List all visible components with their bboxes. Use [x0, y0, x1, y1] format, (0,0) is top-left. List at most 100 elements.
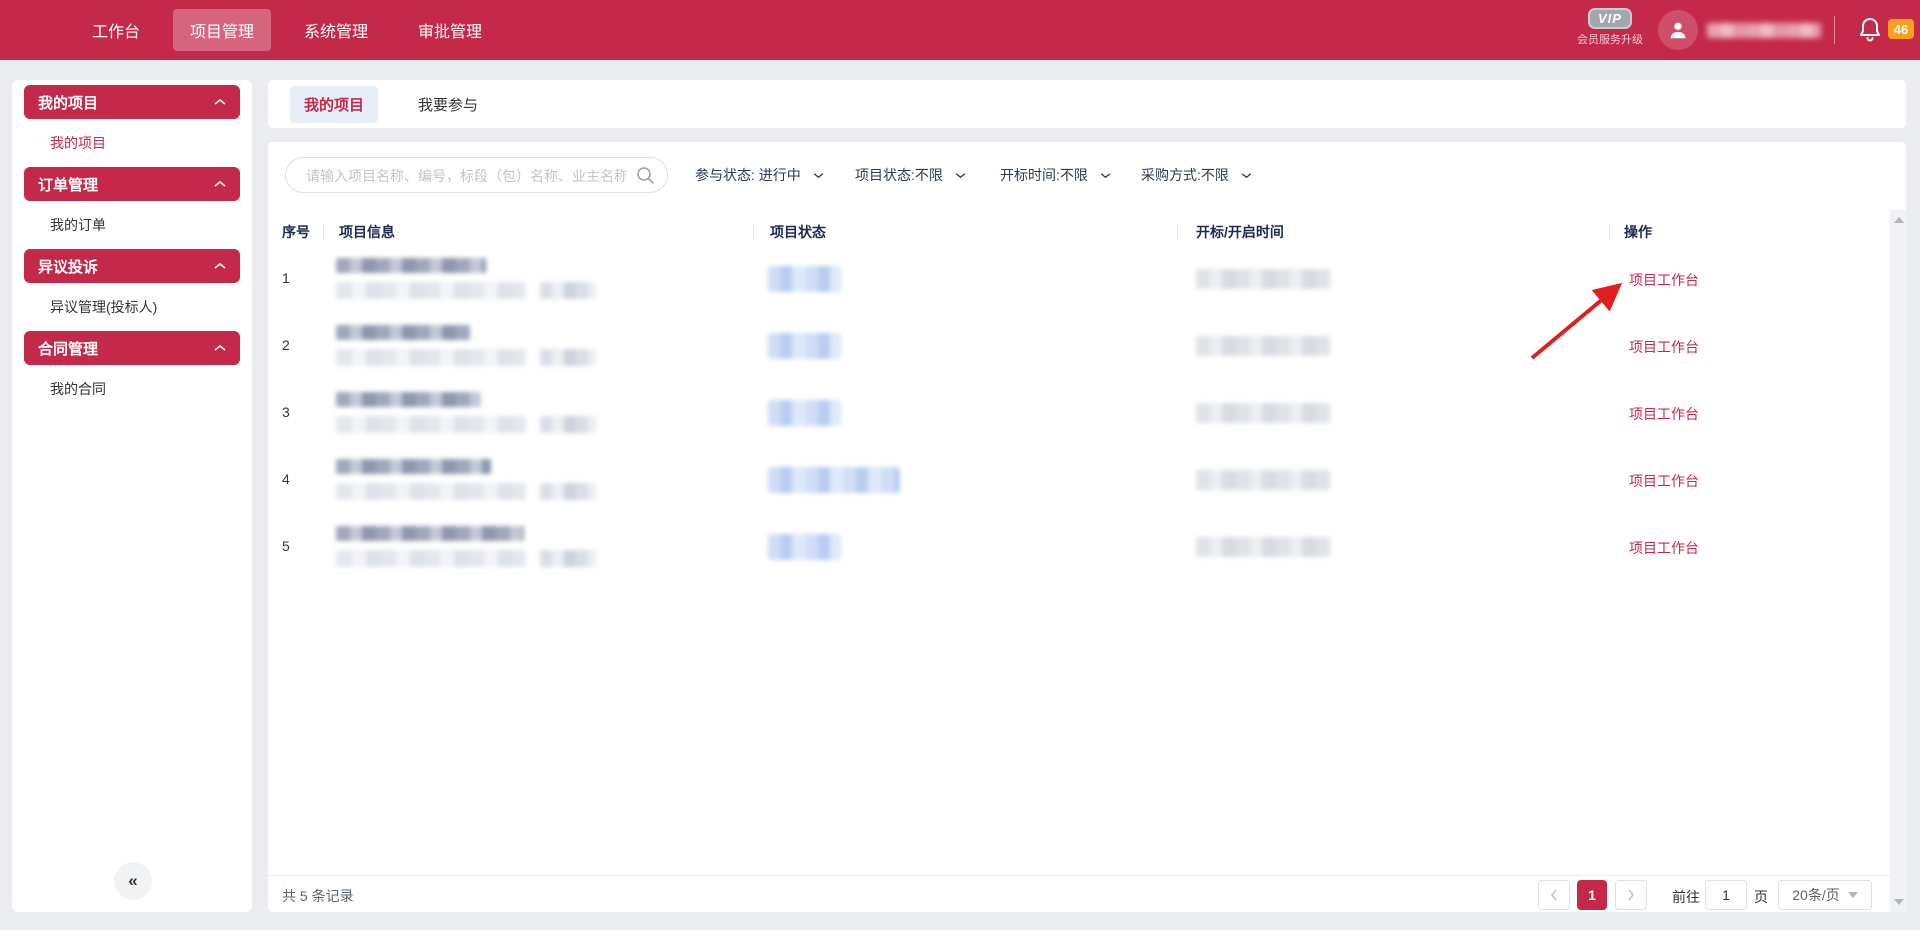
navbar-right: VIP 会员服务升级 46 [1550, 0, 1920, 60]
prev-page-button[interactable] [1538, 880, 1570, 910]
search-input[interactable] [304, 159, 628, 193]
nav-item-approval-management[interactable]: 审批管理 [401, 9, 499, 51]
chevron-down-icon [1241, 172, 1252, 179]
page-size-select[interactable]: 20条/页 [1778, 880, 1872, 910]
chevron-down-icon [813, 172, 824, 179]
project-workbench-link[interactable]: 项目工作台 [1629, 337, 1699, 357]
table-header: 序号 项目信息 项目状态 开标/开启时间 操作 [268, 218, 1890, 246]
table-footer: 共 5 条记录 1 前往 页 20条/页 [268, 875, 1890, 913]
filter-procurement-method[interactable]: 采购方式:不限 [1141, 165, 1252, 185]
notification-bell-icon[interactable] [1858, 17, 1882, 43]
search-icon[interactable] [636, 166, 654, 184]
sidebar-group-label: 订单管理 [38, 174, 98, 195]
table-row: 2 项目工作台 [268, 313, 1890, 380]
tab-want-to-participate[interactable]: 我要参与 [404, 86, 492, 123]
project-info-redacted [336, 258, 596, 299]
table-row: 4 项目工作台 [268, 447, 1890, 514]
goto-page-input[interactable] [1705, 880, 1747, 910]
filter-label: 开标时间:不限 [1000, 167, 1088, 183]
opening-time-redacted [1196, 403, 1330, 423]
status-badge-redacted [768, 266, 841, 292]
sidebar-item-my-contracts[interactable]: 我的合同 [12, 370, 252, 408]
row-index: 4 [282, 471, 322, 487]
project-workbench-link[interactable]: 项目工作台 [1629, 538, 1699, 558]
next-page-button[interactable] [1615, 880, 1647, 910]
notification-count-badge[interactable]: 46 [1888, 19, 1914, 39]
header-divider [323, 224, 324, 240]
filter-bid-opening-time[interactable]: 开标时间:不限 [1000, 165, 1111, 185]
sidebar-item-my-orders[interactable]: 我的订单 [12, 206, 252, 244]
app-screen: 工作台 项目管理 系统管理 审批管理 VIP 会员服务升级 [0, 0, 1920, 930]
opening-time-redacted [1196, 537, 1330, 557]
page-tabs: 我的项目 我要参与 [268, 80, 1906, 128]
chevron-up-icon [214, 180, 226, 188]
filter-participation-status[interactable]: 参与状态: 进行中 [695, 165, 824, 185]
status-badge-redacted [768, 534, 841, 560]
status-badge-redacted [768, 467, 900, 493]
filter-project-status[interactable]: 项目状态:不限 [855, 165, 966, 185]
row-index: 2 [282, 337, 322, 353]
opening-time-redacted [1196, 470, 1330, 490]
chevron-up-icon [214, 344, 226, 352]
sidebar-group-order-management[interactable]: 订单管理 [24, 167, 240, 201]
table-row: 3 项目工作台 [268, 380, 1890, 447]
vip-upgrade[interactable]: VIP 会员服务升级 [1570, 8, 1650, 47]
row-index: 3 [282, 404, 322, 420]
project-info-redacted [336, 526, 596, 567]
filter-label: 项目状态:不限 [855, 167, 943, 183]
row-index: 5 [282, 538, 322, 554]
top-navbar: 工作台 项目管理 系统管理 审批管理 VIP 会员服务升级 [0, 0, 1920, 60]
project-info-redacted [336, 325, 596, 366]
project-info-redacted [336, 392, 596, 433]
column-opening-time: 开标/开启时间 [1196, 222, 1284, 242]
table-row: 1 项目工作台 [268, 246, 1890, 313]
caret-down-icon [1848, 892, 1858, 898]
tab-my-projects[interactable]: 我的项目 [290, 86, 378, 123]
sidebar-item-my-projects[interactable]: 我的项目 [12, 124, 252, 162]
chevron-up-icon [214, 98, 226, 106]
filter-label: 采购方式:不限 [1141, 167, 1229, 183]
total-records-text: 共 5 条记录 [282, 886, 354, 906]
sidebar-group-contract-management[interactable]: 合同管理 [24, 331, 240, 365]
table-row: 5 项目工作台 [268, 514, 1890, 581]
status-badge-redacted [768, 333, 841, 359]
nav-item-system-management[interactable]: 系统管理 [287, 9, 385, 51]
project-workbench-link[interactable]: 项目工作台 [1629, 404, 1699, 424]
navbar-divider [1834, 16, 1835, 44]
header-divider [1609, 224, 1610, 240]
sidebar-item-objection-management[interactable]: 异议管理(投标人) [12, 288, 252, 326]
scrollbar-up-icon[interactable] [1894, 217, 1904, 223]
column-project-status: 项目状态 [770, 222, 826, 242]
status-badge-redacted [768, 400, 841, 426]
column-actions: 操作 [1624, 222, 1652, 242]
goto-page-label: 前往 [1672, 887, 1700, 907]
opening-time-redacted [1196, 336, 1330, 356]
chevron-up-icon [214, 262, 226, 270]
page-number-button[interactable]: 1 [1577, 880, 1607, 910]
header-divider [1177, 224, 1178, 240]
nav-item-workbench[interactable]: 工作台 [75, 9, 157, 51]
project-workbench-link[interactable]: 项目工作台 [1629, 471, 1699, 491]
row-index: 1 [282, 270, 322, 286]
chevron-right-icon [1626, 889, 1636, 901]
chevron-down-icon [1100, 172, 1111, 179]
sidebar-group-objection-complaint[interactable]: 异议投诉 [24, 249, 240, 283]
opening-time-redacted [1196, 269, 1330, 289]
scrollbar-down-icon[interactable] [1894, 899, 1904, 905]
vertical-scrollbar[interactable] [1890, 210, 1907, 912]
column-index: 序号 [282, 222, 310, 242]
sidebar-collapse-button[interactable]: « [114, 862, 152, 900]
nav-item-project-management[interactable]: 项目管理 [173, 9, 271, 51]
sidebar-group-my-projects[interactable]: 我的项目 [24, 85, 240, 119]
page-size-value: 20条/页 [1792, 885, 1839, 905]
vip-caption: 会员服务升级 [1570, 31, 1650, 47]
person-icon [1667, 19, 1689, 41]
user-avatar[interactable] [1658, 10, 1698, 50]
project-info-redacted [336, 459, 596, 500]
sidebar-group-label: 异议投诉 [38, 256, 98, 277]
username-redacted[interactable] [1707, 23, 1821, 38]
project-workbench-link[interactable]: 项目工作台 [1629, 270, 1699, 290]
content-panel: 参与状态: 进行中 项目状态:不限 开标时间:不限 采购方式:不限 序号 项目信… [268, 142, 1906, 912]
main-nav: 工作台 项目管理 系统管理 审批管理 [75, 9, 499, 51]
search-box [285, 157, 668, 193]
